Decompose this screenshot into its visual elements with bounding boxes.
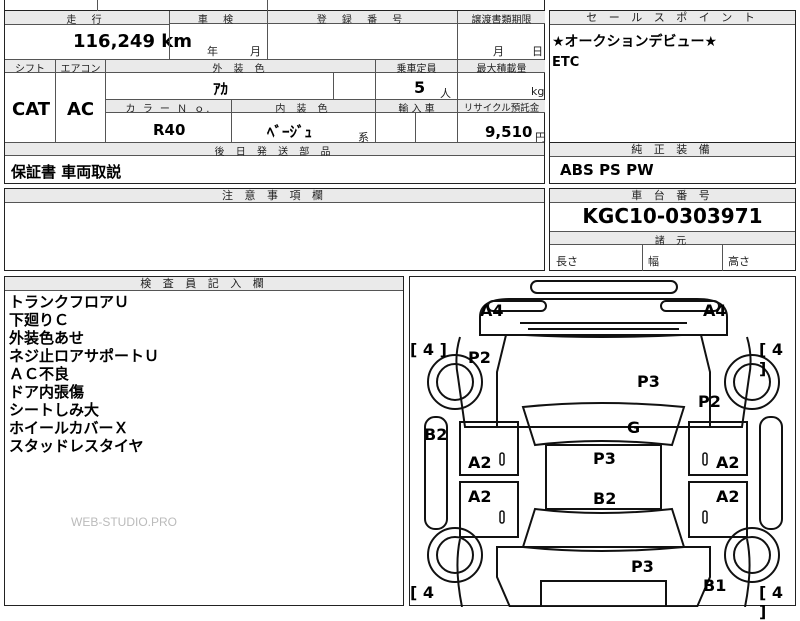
- damage-mark: G: [627, 418, 641, 437]
- interior-color-header: 内 装 色: [231, 100, 375, 115]
- transfer-doc-header: 譲渡書類期限: [457, 11, 545, 26]
- chassis-number: KGC10-0303971: [582, 204, 763, 228]
- damage-mark: P3: [637, 372, 660, 391]
- notes-panel: 注 意 事 項 欄: [4, 188, 545, 271]
- later-parts-value: 保証書 車両取説: [11, 163, 122, 181]
- inspector-line: トランクフロアＵ: [9, 293, 130, 311]
- damage-mark: A4: [703, 301, 727, 320]
- inspector-line: シートしみ大: [9, 401, 100, 419]
- tire-tread-fl: [ 4 ]: [410, 340, 447, 359]
- length-label: 長さ: [556, 255, 578, 268]
- damage-mark: A2: [468, 487, 492, 506]
- inspector-line: ＡＣ不良: [9, 365, 70, 383]
- interior-color-value: ﾍﾞｰｼﾞｭ: [267, 123, 313, 141]
- watermark: WEB-STUDIO.PRO: [71, 515, 178, 529]
- car-diagram-panel: A4 A4 P2 P3 P2 B2 G A2 P3 A2 A2 B2 A2 P3…: [409, 276, 796, 621]
- inspector-line: ホイールカバーＸ: [9, 419, 129, 437]
- aircon-value: AC: [67, 99, 95, 120]
- import-header: 輸 入 車: [375, 100, 457, 115]
- damage-mark: P3: [631, 557, 654, 576]
- sales-point-line2: ETC: [552, 55, 580, 70]
- damage-mark: B2: [593, 489, 617, 508]
- tire-tread-fr: [ 4 ]: [759, 340, 784, 378]
- damage-mark: A2: [716, 453, 740, 472]
- shift-header: シフト: [5, 60, 55, 75]
- damage-mark: A2: [468, 453, 492, 472]
- exterior-color-header: 外 装 色: [105, 60, 375, 75]
- sales-point-panel: セ ー ル ス ポ イ ン ト ★オークションデビュー★ ETC: [549, 10, 796, 143]
- car-outline: [424, 280, 783, 607]
- inspector-line: 下廻りＣ: [9, 311, 70, 329]
- later-parts-header: 後 日 発 送 部 品: [5, 143, 544, 158]
- damage-mark: A4: [480, 301, 504, 320]
- damage-mark: B1: [703, 576, 727, 595]
- sales-point-line1: ★オークションデビュー★: [552, 34, 718, 50]
- mileage-value: 116,249 km: [73, 31, 192, 52]
- max-load-unit: kg: [531, 85, 545, 98]
- color-no-header: カ ラ ー Ｎ ｏ.: [106, 100, 231, 115]
- mileage-header: 走 行: [5, 11, 169, 26]
- capacity-header: 乗車定員: [375, 60, 457, 75]
- exterior-color-value: ｱｶ: [213, 80, 229, 98]
- dimensions-header: 諸 元: [550, 232, 795, 247]
- chassis-header: 車 台 番 号: [550, 189, 795, 203]
- inspection-header: 車 検: [169, 11, 267, 26]
- shift-value: CAT: [12, 99, 51, 120]
- inspector-line: スタッドレスタイヤ: [9, 437, 144, 455]
- capacity-value: 5: [414, 78, 426, 97]
- genuine-equipment-header: 純 正 装 備: [550, 143, 795, 157]
- recycle-header: リサイクル預託金: [457, 100, 545, 114]
- damage-mark: P2: [468, 348, 491, 367]
- damage-mark: P3: [593, 449, 616, 468]
- height-label: 高さ: [728, 255, 750, 268]
- genuine-equipment-panel: 純 正 装 備 ABS PS PW: [549, 142, 796, 184]
- inspector-line: ネジ止ロアサポートＵ: [9, 347, 160, 365]
- recycle-value: 9,510: [485, 123, 533, 141]
- max-load-header: 最大積載量: [457, 60, 545, 75]
- sales-point-header: セ ー ル ス ポ イ ン ト: [550, 11, 795, 25]
- genuine-equipment-value: ABS PS PW: [560, 161, 654, 179]
- tire-tread-rr: [ 4 ]: [759, 583, 784, 621]
- inspector-panel: 検 査 員 記 入 欄 トランクフロアＵ 下廻りＣ 外装色あせ ネジ止ロアサポー…: [4, 276, 404, 606]
- inspector-header: 検 査 員 記 入 欄: [5, 277, 403, 291]
- damage-mark: P2: [698, 392, 721, 411]
- transfer-day-unit: 日: [532, 45, 543, 58]
- color-no-value: R40: [153, 121, 186, 139]
- inspection-year-unit: 年: [207, 45, 218, 58]
- inspector-line: 外装色あせ: [9, 329, 85, 347]
- transfer-month-unit: 月: [493, 45, 504, 58]
- registration-header: 登 録 番 号: [267, 11, 457, 26]
- width-label: 幅: [648, 255, 659, 268]
- tire-tread-rl: [ 4: [410, 583, 435, 602]
- inspection-month-unit: 月: [250, 45, 261, 58]
- damage-mark: A2: [716, 487, 740, 506]
- chassis-panel: 車 台 番 号 KGC10-0303971 諸 元 長さ 幅 高さ: [549, 188, 796, 271]
- vehicle-info-form: 走 行 車 検 登 録 番 号 譲渡書類期限 116,249 km 年 月 月 …: [4, 10, 546, 184]
- inspector-line: ドア内張傷: [9, 383, 85, 401]
- aircon-header: エアコン: [55, 60, 105, 75]
- top-strip: [4, 0, 545, 11]
- notes-header: 注 意 事 項 欄: [5, 189, 544, 203]
- damage-mark: B2: [424, 425, 448, 444]
